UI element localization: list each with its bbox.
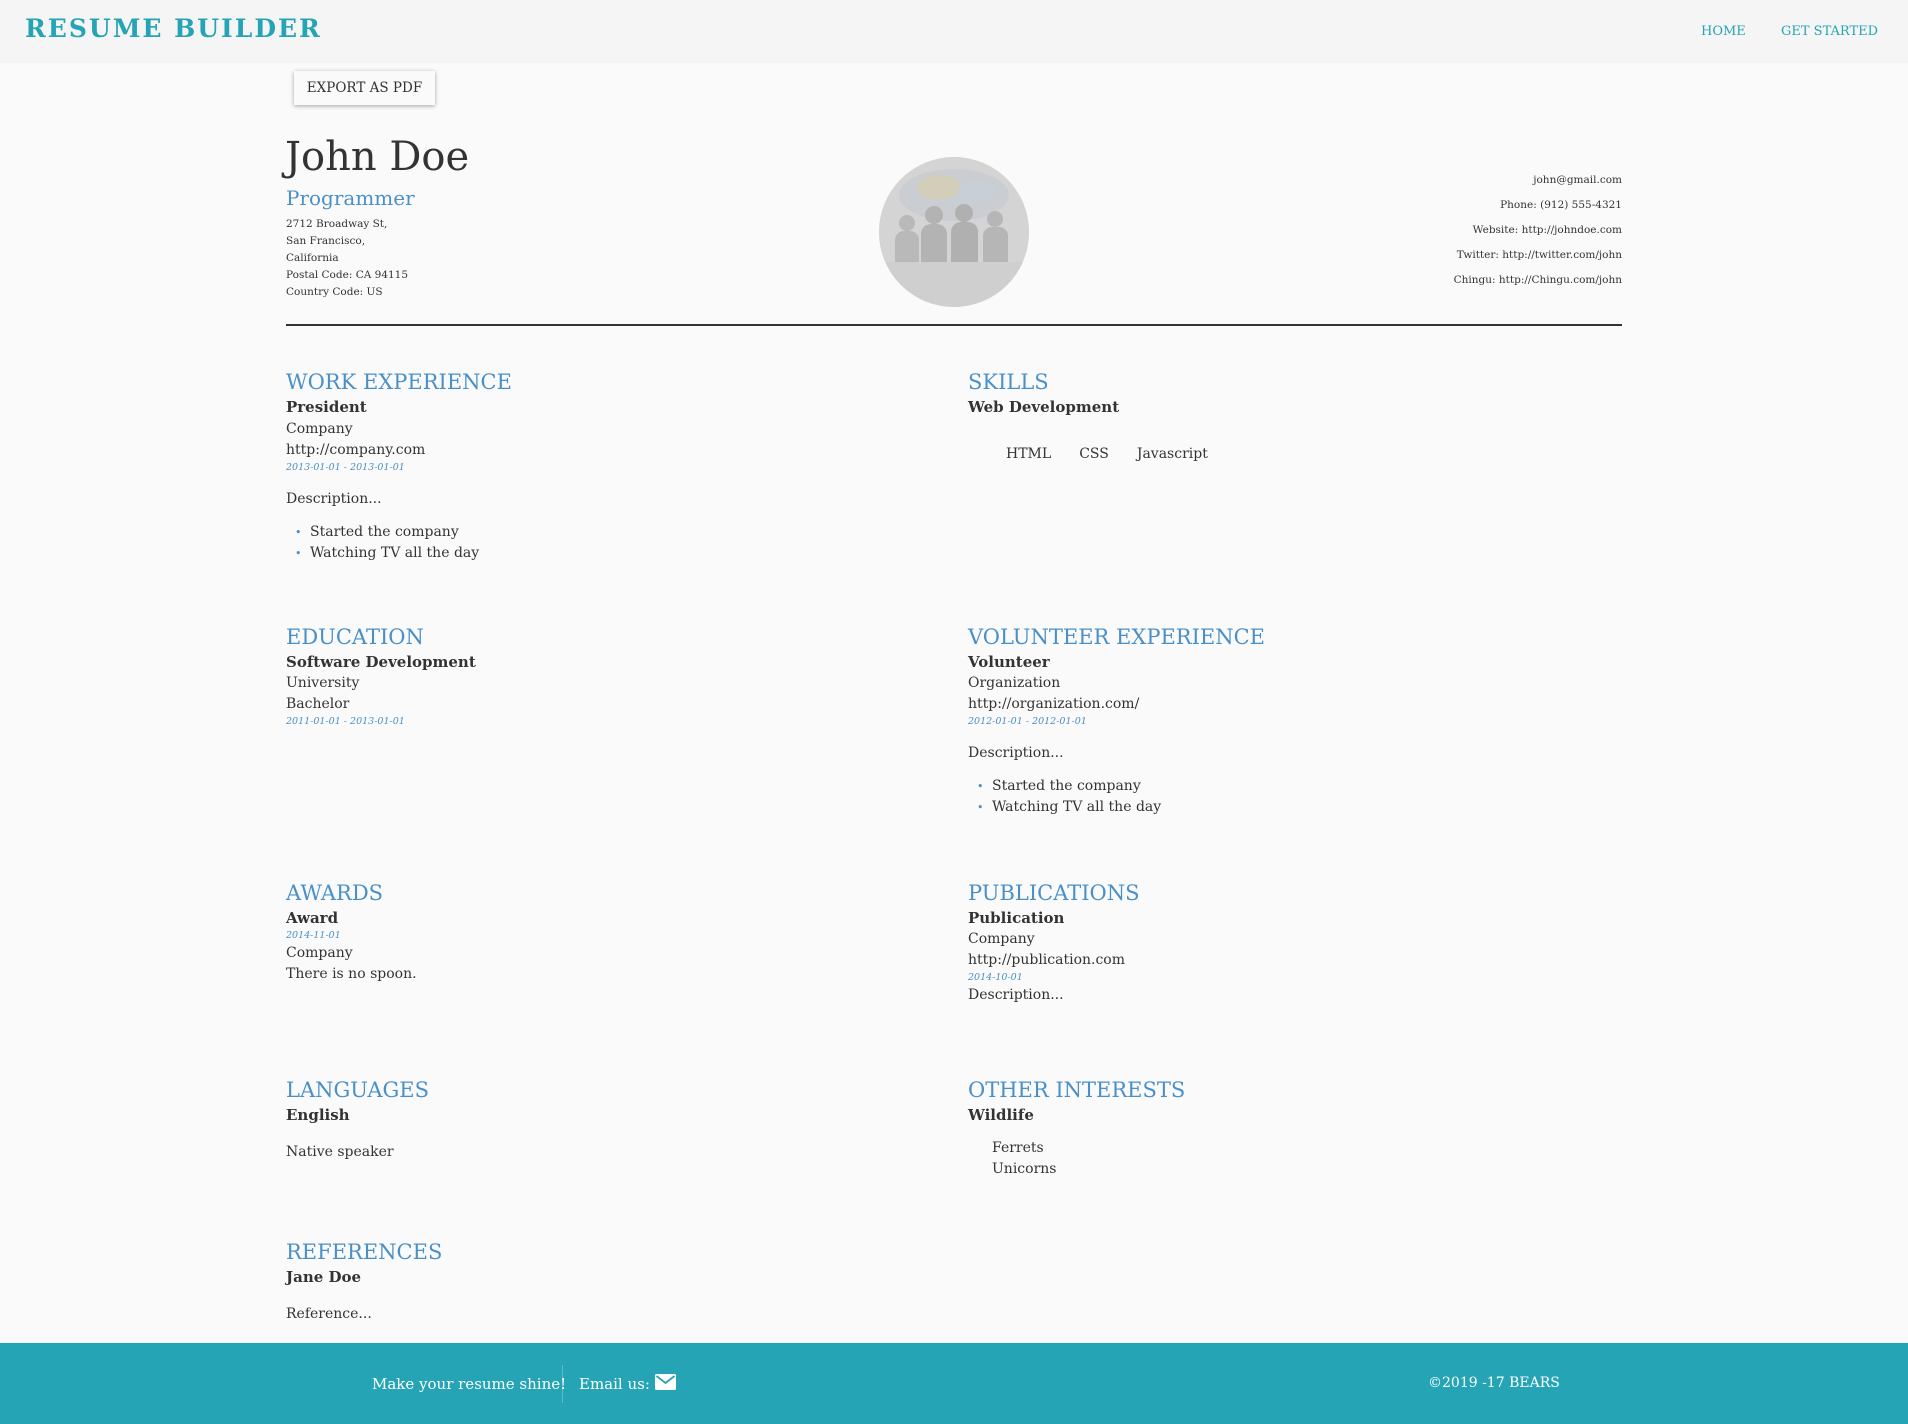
resume-job-title: Programmer <box>286 186 415 210</box>
logo[interactable]: RESUME BUILDER <box>25 14 322 43</box>
references-section: REFERENCES Jane Doe Reference... <box>286 1240 926 1325</box>
contact-phone: Phone: (912) 555-4321 <box>1500 199 1622 211</box>
publication-name: Publication <box>968 909 1065 927</box>
nav-home-link[interactable]: HOME <box>1701 24 1746 39</box>
volunteer-position: Volunteer <box>968 653 1050 671</box>
skill-name: Web Development <box>968 398 1120 416</box>
address-region: California <box>286 252 339 264</box>
nav-get-started-link[interactable]: GET STARTED <box>1781 24 1878 39</box>
profile-photo <box>879 157 1029 307</box>
interest-name: Wildlife <box>968 1106 1034 1124</box>
address-block: 2712 Broadway St, San Francisco, Califor… <box>286 216 408 301</box>
skill-keyword: HTML <box>1006 446 1052 462</box>
footer-separator <box>562 1365 563 1403</box>
skill-keywords: HTML CSS Javascript <box>1006 446 1608 462</box>
publication-url[interactable]: http://publication.com <box>968 950 1608 971</box>
skills-section: SKILLS Web Development HTML CSS Javascri… <box>968 370 1608 462</box>
publication-publisher: Company <box>968 931 1035 947</box>
contact-list: john@gmail.com Phone: (912) 555-4321 Web… <box>1454 168 1622 293</box>
publications-section: PUBLICATIONS Publication Company http://… <box>968 881 1608 1006</box>
list-item: Watching TV all the day <box>968 797 1608 818</box>
export-pdf-button[interactable]: EXPORT AS PDF <box>294 71 435 105</box>
interest-keywords: Ferrets Unicorns <box>992 1138 1608 1180</box>
reference-name: Jane Doe <box>286 1268 362 1286</box>
list-item: Started the company <box>286 522 926 543</box>
volunteer-section: VOLUNTEER EXPERIENCE Volunteer Organizat… <box>968 625 1608 818</box>
section-title: AWARDS <box>286 881 384 905</box>
footer: Make your resume shine! Email us: ©2019 … <box>0 1343 1908 1424</box>
education-area: Software Development <box>286 653 476 671</box>
volunteer-highlights: Started the company Watching TV all the … <box>968 776 1608 818</box>
language-name: English <box>286 1106 350 1124</box>
interests-section: OTHER INTERESTS Wildlife Ferrets Unicorn… <box>968 1078 1608 1180</box>
footer-tagline: Make your resume shine! <box>372 1375 567 1393</box>
section-title: REFERENCES <box>286 1240 443 1264</box>
skill-keyword: CSS <box>1079 446 1109 462</box>
interest-keyword: Unicorns <box>992 1161 1057 1177</box>
skill-keyword: Javascript <box>1136 446 1208 462</box>
awards-section: AWARDS Award 2014-11-01 Company There is… <box>286 881 926 985</box>
reference-text: Reference... <box>286 1306 372 1322</box>
award-date: 2014-11-01 <box>286 930 341 941</box>
work-position: President <box>286 398 367 416</box>
contact-twitter[interactable]: Twitter: http://twitter.com/john <box>1454 243 1622 268</box>
contact-email[interactable]: john@gmail.com <box>1454 168 1622 193</box>
award-summary: There is no spoon. <box>286 966 417 982</box>
list-item: Watching TV all the day <box>286 543 926 564</box>
award-name: Award <box>286 909 339 927</box>
volunteer-description: Description... <box>968 745 1064 761</box>
footer-copyright: ©2019 -17 BEARS <box>1428 1375 1560 1391</box>
work-dates: 2013-01-01 - 2013-01-01 <box>286 462 405 473</box>
language-fluency: Native speaker <box>286 1144 394 1160</box>
interest-keyword: Ferrets <box>992 1140 1044 1156</box>
work-company: Company <box>286 421 353 437</box>
section-title: OTHER INTERESTS <box>968 1078 1186 1102</box>
work-url[interactable]: http://company.com <box>286 440 926 461</box>
publication-date: 2014-10-01 <box>968 972 1023 983</box>
header-divider <box>286 324 1622 326</box>
work-highlights: Started the company Watching TV all the … <box>286 522 926 564</box>
work-experience-section: WORK EXPERIENCE President Company http:/… <box>286 370 926 564</box>
education-section: EDUCATION Software Development Universit… <box>286 625 926 729</box>
section-title: VOLUNTEER EXPERIENCE <box>968 625 1265 649</box>
volunteer-url[interactable]: http://organization.com/ <box>968 694 1608 715</box>
footer-email-label: Email us: <box>579 1375 650 1393</box>
section-title: LANGUAGES <box>286 1078 429 1102</box>
section-title: PUBLICATIONS <box>968 881 1140 905</box>
address-street: 2712 Broadway St, <box>286 218 388 230</box>
publication-description: Description... <box>968 987 1064 1003</box>
section-title: SKILLS <box>968 370 1049 394</box>
envelope-icon[interactable] <box>655 1374 676 1394</box>
resume-name: John Doe <box>285 134 470 180</box>
work-description: Description... <box>286 491 382 507</box>
languages-section: LANGUAGES English Native speaker <box>286 1078 926 1163</box>
top-navbar: RESUME BUILDER HOME GET STARTED <box>0 0 1908 63</box>
list-item: Started the company <box>968 776 1608 797</box>
address-postal-code: Postal Code: CA 94115 <box>286 269 409 281</box>
section-title: WORK EXPERIENCE <box>286 370 512 394</box>
address-country-code: Country Code: US <box>286 286 383 298</box>
education-degree: Bachelor <box>286 696 350 712</box>
address-city: San Francisco, <box>286 235 366 247</box>
volunteer-dates: 2012-01-01 - 2012-01-01 <box>968 716 1087 727</box>
section-title: EDUCATION <box>286 625 424 649</box>
volunteer-organization: Organization <box>968 675 1061 691</box>
education-institution: University <box>286 675 360 691</box>
award-awarder: Company <box>286 945 353 961</box>
contact-website[interactable]: Website: http://johndoe.com <box>1454 218 1622 243</box>
contact-chingu[interactable]: Chingu: http://Chingu.com/john <box>1454 268 1622 293</box>
education-dates: 2011-01-01 - 2013-01-01 <box>286 716 405 727</box>
